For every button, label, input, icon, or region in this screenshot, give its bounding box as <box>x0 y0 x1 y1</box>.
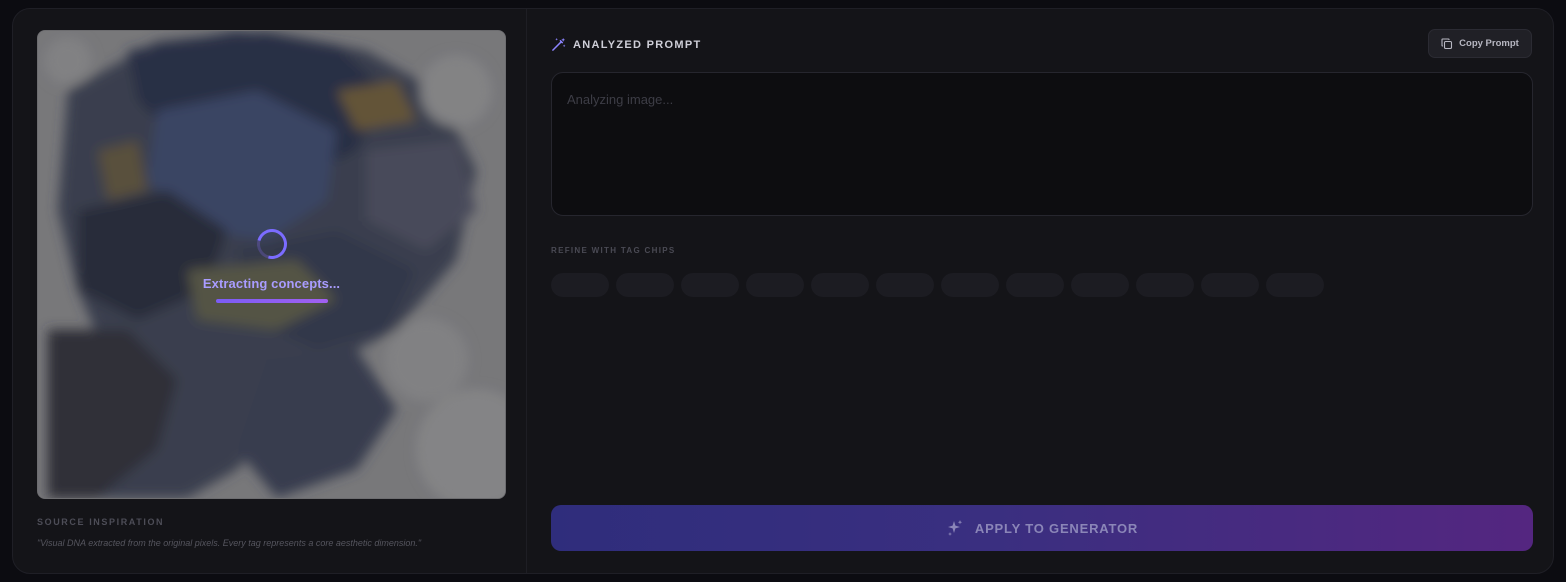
loading-text: Extracting concepts... <box>202 276 341 291</box>
tag-chip-placeholder <box>811 273 869 297</box>
prompt-placeholder: Analyzing image... <box>567 92 674 107</box>
apply-to-generator-label: APPLY TO GENERATOR <box>974 520 1139 536</box>
tag-chip-placeholder <box>941 273 999 297</box>
loading-progress-bar <box>215 299 328 303</box>
copy-prompt-label: Copy Prompt <box>1459 38 1519 49</box>
analyzed-prompt-header: ANALYZED PROMPT <box>551 37 702 52</box>
analyzed-prompt-title: ANALYZED PROMPT <box>573 38 702 51</box>
apply-to-generator-button[interactable]: APPLY TO GENERATOR <box>551 505 1533 551</box>
tag-chip-placeholder <box>616 273 674 297</box>
image-analysis-panel: Extracting concepts... SOURCE INSPIRATIO… <box>12 8 1554 574</box>
analysis-column: ANALYZED PROMPT Copy Prompt Analyzing im… <box>527 9 1553 573</box>
tag-chips-skeleton <box>551 273 1324 297</box>
source-quote: "Visual DNA extracted from the original … <box>37 538 422 548</box>
tag-chip-placeholder <box>1136 273 1194 297</box>
tag-chip-placeholder <box>1006 273 1064 297</box>
prompt-textarea[interactable]: Analyzing image... <box>551 72 1533 216</box>
source-section-label: SOURCE INSPIRATION <box>37 517 165 527</box>
loading-indicator: Extracting concepts... <box>38 223 505 303</box>
tag-chip-placeholder <box>1201 273 1259 297</box>
tag-chip-placeholder <box>1266 273 1324 297</box>
tag-chip-placeholder <box>551 273 609 297</box>
refine-section-label: REFINE WITH TAG CHIPS <box>551 246 676 255</box>
spinner-icon <box>251 223 292 265</box>
tag-chip-placeholder <box>681 273 739 297</box>
tag-chip-placeholder <box>1071 273 1129 297</box>
tag-chip-placeholder <box>746 273 804 297</box>
copy-icon <box>1441 37 1453 49</box>
copy-prompt-button[interactable]: Copy Prompt <box>1428 29 1532 58</box>
tag-chip-placeholder <box>876 273 934 297</box>
sparkles-icon <box>947 520 963 536</box>
source-image-preview: Extracting concepts... <box>37 30 506 499</box>
magic-wand-icon <box>552 37 566 51</box>
source-column: Extracting concepts... SOURCE INSPIRATIO… <box>13 9 527 573</box>
